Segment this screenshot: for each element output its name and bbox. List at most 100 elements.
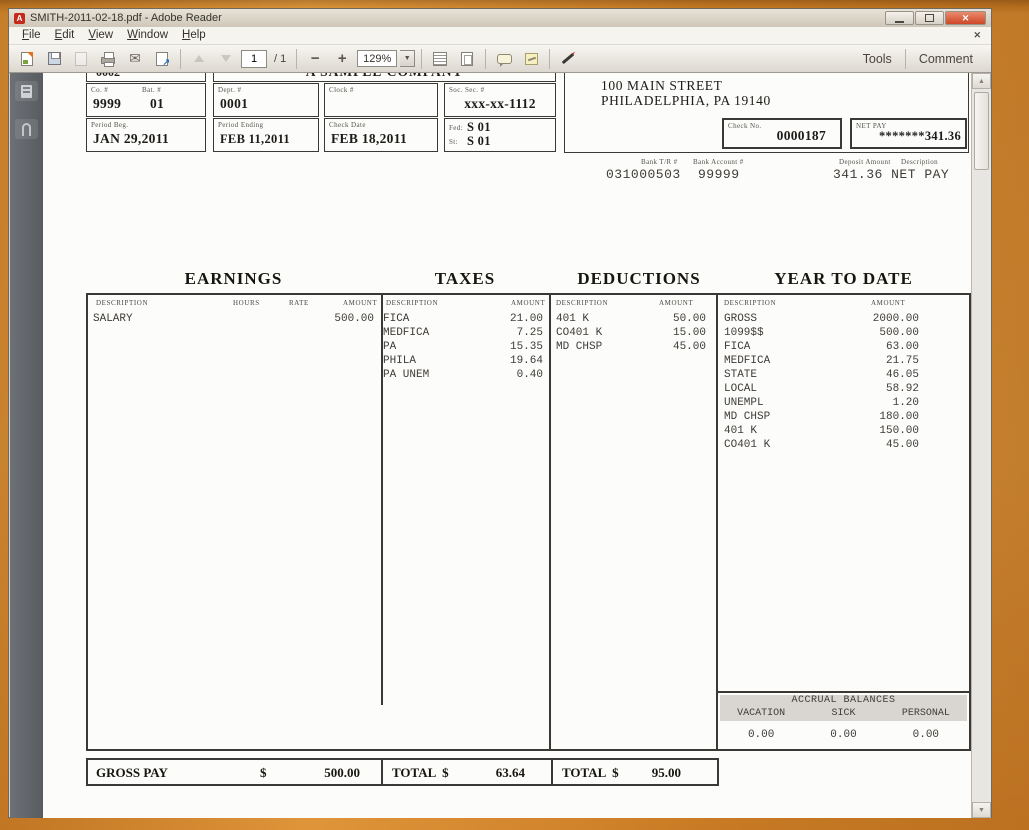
employee-address-box: 100 MAIN STREET PHILADELPHIA, PA 19140 C…	[564, 73, 969, 153]
print-icon	[101, 57, 115, 64]
menu-view[interactable]: View	[81, 27, 120, 44]
taxes-title: TAXES	[381, 269, 549, 289]
scrolling-mode-button[interactable]	[428, 48, 452, 70]
dept-box: Dept. # 0001	[213, 83, 319, 117]
co-batch-box: Co. # Bat. # 9999 01	[86, 83, 206, 117]
document-close-icon[interactable]: ✕	[973, 30, 981, 41]
gross-pay-label: GROSS PAY	[96, 765, 168, 781]
save-file-button[interactable]	[42, 48, 66, 70]
ytd-rows: GROSS2000.00 1099$$500.00 FICA63.00 MEDF…	[724, 313, 919, 453]
company-code: 0002	[96, 73, 120, 80]
title-bar[interactable]: A SMITH-2011-02-18.pdf - Adobe Reader ✕	[9, 9, 991, 28]
description-label: Description	[901, 158, 938, 166]
deductions-total-amount: 95.00	[652, 765, 681, 781]
row-description: MD CHSP	[556, 341, 602, 355]
scrolling-mode-icon	[433, 52, 447, 66]
deductions-ytd-divider	[716, 293, 718, 751]
taxes-total-amount: 63.64	[496, 765, 525, 781]
table-row: CO401 K15.00	[556, 327, 706, 341]
menu-file[interactable]: File	[15, 27, 48, 44]
row-amount: 45.00	[673, 341, 706, 355]
scroll-up-button[interactable]: ▲	[972, 73, 991, 89]
accrual-col-personal: PERSONAL	[885, 707, 967, 720]
row-description: 401 K	[724, 425, 757, 439]
previous-page-icon	[194, 55, 204, 62]
row-description: PA UNEM	[383, 369, 429, 383]
table-row: FICA21.00	[383, 313, 543, 327]
page-thumbnails-button[interactable]	[15, 81, 38, 101]
ytd-title: YEAR TO DATE	[716, 269, 971, 289]
row-amount: 500.00	[879, 327, 919, 341]
sticky-note-button[interactable]	[519, 48, 543, 70]
dept-value: 0001	[220, 96, 248, 112]
table-row: SALARY500.00	[93, 313, 374, 327]
email-button[interactable]: ✉	[123, 48, 147, 70]
table-row: 401 K150.00	[724, 425, 919, 439]
address-line1: 100 MAIN STREET	[601, 78, 771, 93]
earnings-title: EARNINGS	[86, 269, 381, 289]
earnings-col-amount: AMOUNT	[343, 299, 377, 307]
net-pay-box: NET PAY *******341.36	[850, 118, 967, 149]
menu-bar: File Edit View Window Help ✕	[9, 27, 991, 45]
zoom-out-button[interactable]: −	[303, 48, 327, 70]
period-beg-label: Period Beg.	[91, 121, 128, 129]
comment-bubble-button[interactable]	[492, 48, 516, 70]
check-number-value: 0000187	[777, 128, 826, 144]
close-button[interactable]: ✕	[945, 11, 986, 25]
zoom-level-input[interactable]: 129%	[357, 50, 397, 67]
attachments-button[interactable]	[15, 119, 38, 139]
page-number-input[interactable]	[241, 50, 267, 68]
table-row: PA UNEM 0.40	[383, 369, 543, 383]
row-description: UNEMPL	[724, 397, 764, 411]
open-file-icon	[21, 52, 33, 66]
zoom-in-button[interactable]: +	[330, 48, 354, 70]
minimize-button[interactable]	[885, 11, 914, 25]
single-page-button[interactable]	[455, 48, 479, 70]
row-description: FICA	[724, 341, 750, 355]
table-row: MEDFICA7.25	[383, 327, 543, 341]
toolbar-separator	[549, 49, 550, 69]
single-page-icon	[461, 52, 473, 66]
net-pay-value: *******341.36	[879, 129, 961, 144]
zoom-dropdown-button[interactable]: ▼	[400, 50, 415, 67]
clock-box: Clock #	[324, 83, 438, 117]
next-page-button[interactable]	[214, 48, 238, 70]
sign-button[interactable]	[556, 48, 580, 70]
save-copy-button[interactable]	[69, 48, 93, 70]
co-label: Co. #	[91, 86, 108, 94]
vertical-scrollbar[interactable]: ▲ ▼	[971, 73, 991, 818]
row-amount: 2000.00	[873, 313, 919, 327]
open-file-button[interactable]	[15, 48, 39, 70]
co-value: 9999	[93, 96, 121, 112]
period-beg-box: Period Beg. JAN 29,2011	[86, 118, 206, 152]
menu-help[interactable]: Help	[175, 27, 213, 44]
print-button[interactable]	[96, 48, 120, 70]
scrollbar-thumb[interactable]	[974, 92, 989, 170]
table-row: 1099$$500.00	[724, 327, 919, 341]
tools-button[interactable]: Tools	[863, 52, 892, 66]
deposit-amount-label: Deposit Amount	[839, 158, 891, 166]
batch-label: Bat. #	[142, 86, 161, 94]
row-amount: 45.00	[886, 439, 919, 453]
row-amount: 500.00	[334, 313, 374, 327]
menu-window[interactable]: Window	[120, 27, 175, 44]
navigation-pane	[10, 73, 44, 818]
fed-status-value: S 01	[467, 120, 491, 135]
accrual-header: ACCRUAL BALANCES VACATION SICK PERSONAL	[720, 695, 967, 721]
earnings-col-description: DESCRIPTION	[96, 299, 148, 307]
toolbar-separator	[421, 49, 422, 69]
row-amount: 0.40	[517, 369, 543, 383]
scroll-down-button[interactable]: ▼	[972, 802, 991, 818]
window-title: SMITH-2011-02-18.pdf - Adobe Reader	[30, 12, 222, 24]
row-description: GROSS	[724, 313, 757, 327]
row-description: MEDFICA	[724, 355, 770, 369]
taxes-rows: FICA21.00 MEDFICA7.25 PA15.35 PHILA19.64…	[383, 313, 543, 383]
menu-edit[interactable]: Edit	[48, 27, 82, 44]
previous-page-button[interactable]	[187, 48, 211, 70]
comment-button[interactable]: Comment	[919, 52, 973, 66]
accrual-sick-value: 0.00	[802, 729, 884, 741]
maximize-button[interactable]	[915, 11, 944, 25]
share-button[interactable]	[150, 48, 174, 70]
st-status-value: S 01	[467, 134, 491, 149]
earnings-col-rate: RATE	[289, 299, 309, 307]
